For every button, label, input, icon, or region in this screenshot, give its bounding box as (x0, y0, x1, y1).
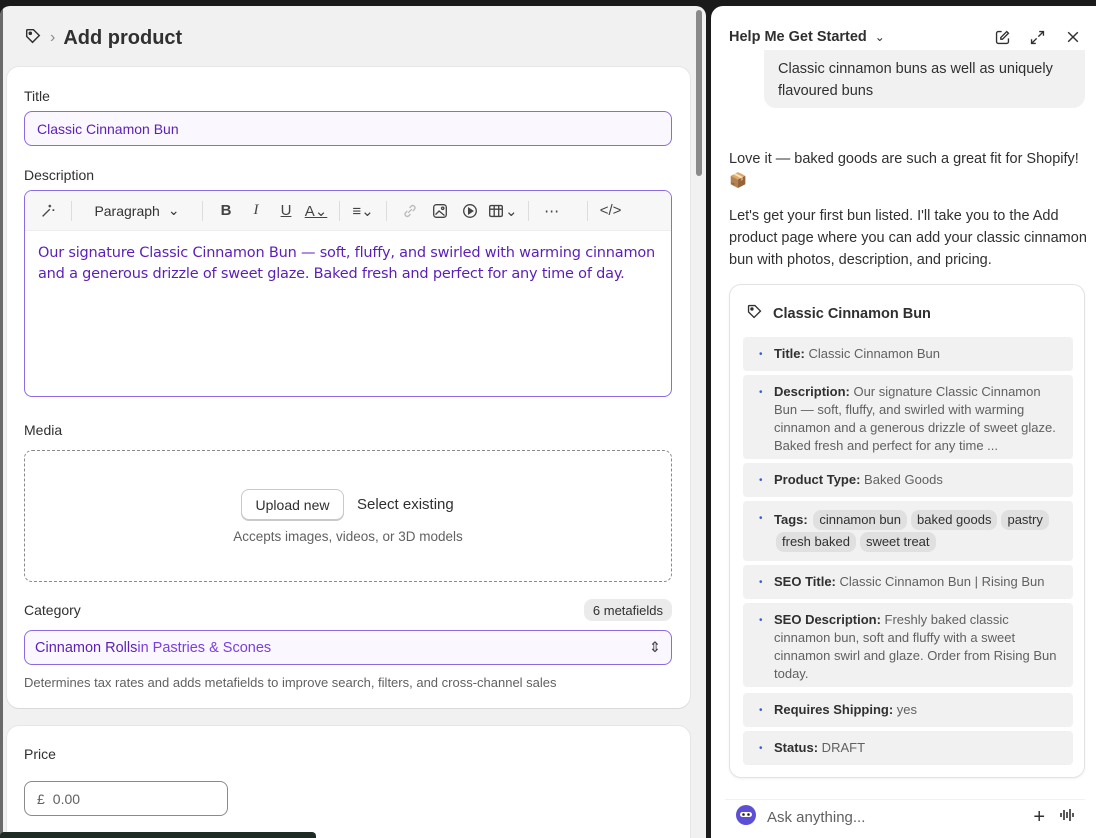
title-input-value: Classic Cinnamon Bun (37, 120, 179, 137)
category-help-text: Determines tax rates and adds metafields… (24, 675, 557, 690)
category-parent: in Pastries & Scones (137, 639, 272, 656)
plus-icon[interactable]: + (1033, 806, 1045, 829)
expand-icon[interactable] (1028, 28, 1047, 47)
underline-icon[interactable]: U (273, 197, 299, 225)
summary-row-shipping: • Requires Shipping: yes (743, 693, 1073, 727)
description-editor[interactable]: Paragraph ⌄ B I U A⌄ ≡⌄ ⌄ ⋯ </> Our sign… (24, 190, 672, 397)
chevron-down-icon[interactable]: ⌄ (875, 30, 885, 44)
price-input[interactable]: £ 0.00 (24, 781, 228, 816)
ask-placeholder: Ask anything... (767, 809, 866, 826)
price-card: Price £ 0.00 (7, 726, 690, 838)
table-icon[interactable]: ⌄ (487, 197, 518, 225)
tag-chip: baked goods (911, 510, 998, 530)
header-actions (993, 28, 1082, 47)
bullet-icon: • (759, 513, 763, 524)
assistant-reply-1: Love it — baked goods are such a great f… (729, 151, 1079, 189)
divider (339, 200, 340, 221)
metafields-badge: 6 metafields (583, 599, 672, 621)
assistant-header: Help Me Get Started ⌄ (729, 26, 1082, 48)
price-placeholder: 0.00 (52, 790, 81, 807)
category-select[interactable]: Cinnamon Rolls in Pastries & Scones ⇕ (24, 630, 672, 665)
bottom-bar (0, 832, 316, 838)
divider (586, 200, 588, 221)
voice-icon[interactable] (1059, 807, 1075, 828)
product-summary-card: Classic Cinnamon Bun • Title: Classic Cin… (729, 284, 1085, 778)
paragraph-select[interactable]: Paragraph ⌄ (82, 197, 192, 225)
assistant-reply-2: Let's get your first bun listed. I'll ta… (729, 208, 1087, 268)
summary-row-type: • Product Type: Baked Goods (743, 463, 1073, 497)
ask-input[interactable]: Ask anything... + (725, 799, 1085, 835)
text-color-icon[interactable]: A⌄ (303, 197, 329, 225)
product-details-card: Title Classic Cinnamon Bun Description P… (7, 67, 690, 708)
tag-chip: fresh baked (776, 532, 856, 552)
summary-row-description: • Description: Our signature Classic Cinn… (743, 375, 1073, 459)
select-existing-button[interactable]: Select existing (357, 496, 454, 513)
select-arrows-icon: ⇕ (648, 639, 661, 656)
description-text: Our signature Classic Cinnamon Bun — sof… (38, 245, 656, 282)
summary-row-seo-description: • SEO Description: Freshly baked classic … (743, 603, 1073, 687)
editor-toolbar: Paragraph ⌄ B I U A⌄ ≡⌄ ⌄ ⋯ </> (25, 191, 671, 231)
magic-icon[interactable] (35, 197, 61, 225)
panel-edge (0, 6, 3, 838)
media-label: Media (24, 422, 63, 438)
app-frame: › Add product Title Classic Cinnamon Bun… (0, 0, 1096, 838)
summary-row-status: • Status: DRAFT (743, 731, 1073, 765)
add-product-panel: › Add product Title Classic Cinnamon Bun… (0, 6, 706, 838)
summary-row-title: • Title: Classic Cinnamon Bun (743, 337, 1073, 371)
italic-icon[interactable]: I (243, 197, 269, 225)
bold-icon[interactable]: B (213, 197, 239, 225)
summary-title: Classic Cinnamon Bun (773, 305, 931, 322)
title-label: Title (24, 88, 50, 104)
tag-chip: pastry (1001, 510, 1049, 530)
assistant-title[interactable]: Help Me Get Started (729, 29, 867, 45)
divider (71, 200, 72, 221)
upload-new-button[interactable]: Upload new (241, 489, 344, 520)
price-label: Price (24, 746, 56, 762)
new-chat-icon[interactable] (993, 28, 1012, 47)
summary-header: Classic Cinnamon Bun (746, 303, 931, 324)
paragraph-label: Paragraph (94, 202, 160, 219)
bullet-icon: • (759, 705, 763, 716)
divider (202, 200, 203, 221)
breadcrumb: › Add product (24, 24, 182, 52)
bullet-icon: • (759, 615, 763, 626)
close-icon[interactable] (1063, 28, 1082, 47)
video-icon[interactable] (457, 197, 483, 225)
assistant-avatar-icon (735, 804, 757, 831)
scrollbar[interactable] (696, 10, 702, 176)
tag-chip: cinnamon bun (813, 510, 908, 530)
align-icon[interactable]: ≡⌄ (350, 197, 376, 225)
chevron-right-icon: › (50, 29, 56, 46)
category-value: Cinnamon Rolls (35, 639, 138, 656)
currency-symbol: £ (37, 790, 45, 807)
bullet-icon: • (759, 387, 763, 398)
link-icon[interactable] (397, 197, 423, 225)
chevron-down-icon: ⌄ (167, 202, 180, 218)
page-title: Add product (63, 26, 183, 49)
bullet-icon: • (759, 577, 763, 588)
description-label: Description (24, 167, 95, 183)
more-icon[interactable]: ⋯ (539, 197, 565, 225)
divider (527, 200, 529, 221)
image-icon[interactable] (427, 197, 453, 225)
summary-row-tags: • Tags: cinnamon bun baked goods pastryfres… (743, 501, 1073, 561)
tag-chip: sweet treat (859, 532, 936, 552)
tag-icon[interactable] (24, 27, 42, 50)
title-input[interactable]: Classic Cinnamon Bun (24, 111, 672, 146)
code-icon[interactable]: </> (598, 197, 624, 225)
tag-icon (746, 303, 763, 324)
assistant-panel: Help Me Get Started ⌄ Classic cinnamon b… (711, 6, 1096, 838)
bullet-icon: • (759, 743, 763, 754)
user-message: Classic cinnamon buns as well as uniquel… (764, 50, 1085, 108)
divider (386, 200, 387, 221)
media-dropzone[interactable]: Upload new Select existing Accepts image… (24, 450, 672, 582)
bullet-icon: • (759, 475, 763, 486)
media-help-text: Accepts images, videos, or 3D models (233, 529, 463, 544)
category-label: Category (24, 602, 81, 618)
summary-row-seo-title: • SEO Title: Classic Cinnamon Bun | Risin… (743, 565, 1073, 599)
bullet-icon: • (759, 349, 763, 360)
